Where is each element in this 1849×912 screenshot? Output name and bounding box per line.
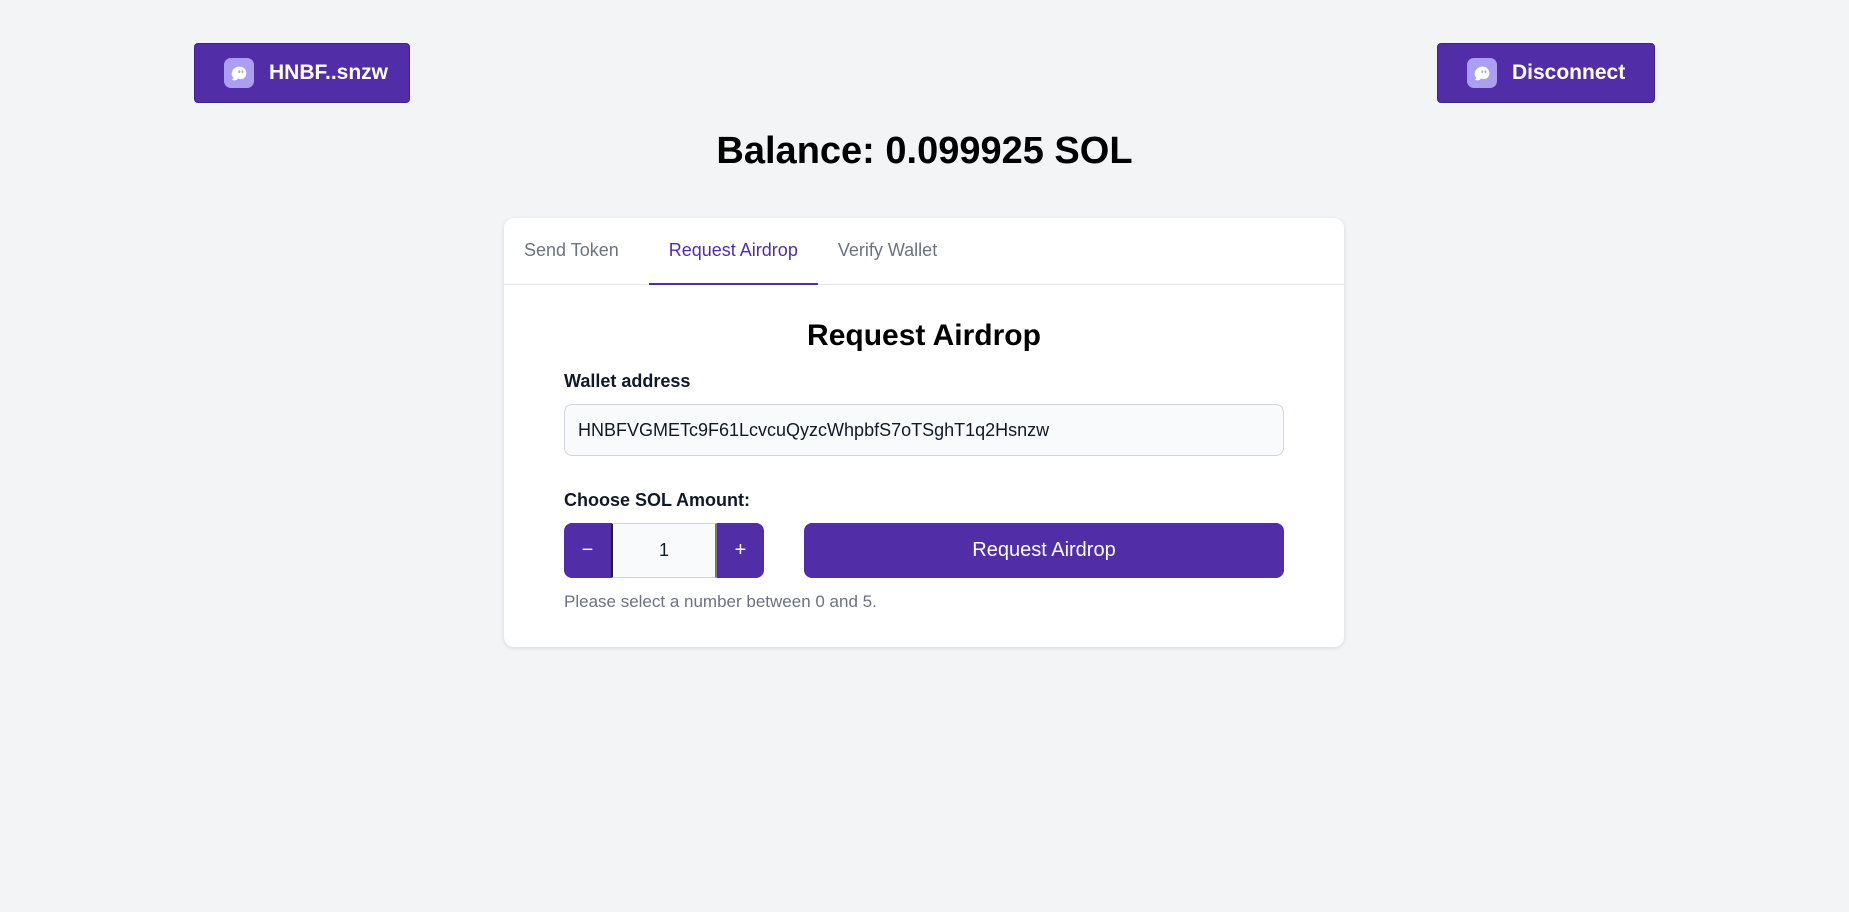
- wallet-address-input[interactable]: [564, 404, 1284, 456]
- phantom-ghost-icon: [224, 58, 254, 88]
- tab-request-airdrop[interactable]: Request Airdrop: [648, 218, 818, 285]
- amount-row: − + Request Airdrop: [564, 523, 1284, 578]
- balance-heading: Balance: 0.099925 SOL: [716, 130, 1133, 172]
- disconnect-label: Disconnect: [1512, 61, 1626, 84]
- sol-amount-input[interactable]: [611, 523, 717, 578]
- form-title: Request Airdrop: [807, 319, 1041, 352]
- tab-send-token[interactable]: Send Token: [504, 218, 649, 285]
- wallet-address-label: HNBF..snzw: [269, 61, 389, 84]
- tab-verify-wallet[interactable]: Verify Wallet: [818, 218, 957, 285]
- page: HNBF..snzw Disconnect Balance: 0.099925 …: [0, 0, 1849, 912]
- wallet-address-button[interactable]: HNBF..snzw: [194, 43, 410, 103]
- phantom-ghost-icon: [1467, 58, 1497, 88]
- decrement-button[interactable]: −: [564, 523, 611, 578]
- tab-bar: Send Token Request Airdrop Verify Wallet: [504, 218, 1344, 285]
- request-airdrop-button[interactable]: Request Airdrop: [804, 523, 1284, 578]
- wallet-address-field-label: Wallet address: [564, 371, 691, 391]
- airdrop-form: Request Airdrop Wallet address Choose SO…: [504, 319, 1344, 612]
- airdrop-card: Send Token Request Airdrop Verify Wallet…: [504, 218, 1344, 647]
- amount-hint: Please select a number between 0 and 5.: [564, 592, 877, 611]
- quantity-stepper: − +: [564, 523, 764, 578]
- sol-amount-label: Choose SOL Amount:: [564, 490, 750, 510]
- disconnect-button[interactable]: Disconnect: [1437, 43, 1655, 103]
- increment-button[interactable]: +: [717, 523, 764, 578]
